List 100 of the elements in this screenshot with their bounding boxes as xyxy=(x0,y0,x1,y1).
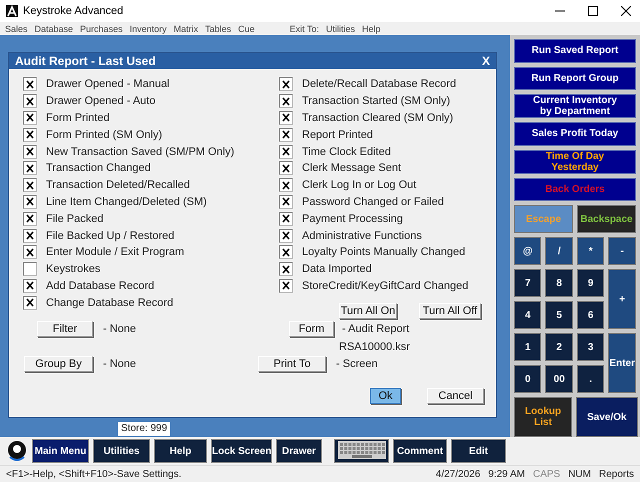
form-button[interactable]: Form xyxy=(289,321,334,338)
checkbox[interactable] xyxy=(279,94,293,108)
toolbar-button[interactable]: Lock Screen xyxy=(211,439,272,463)
checkbox[interactable] xyxy=(279,245,293,260)
turn-all-on-button[interactable]: Turn All On xyxy=(339,303,397,320)
menu-item[interactable]: Inventory xyxy=(130,24,167,34)
report-button[interactable]: Sales Profit Today xyxy=(514,122,636,146)
toolbar-button[interactable]: Help xyxy=(154,439,207,463)
keypad-key[interactable]: 0 xyxy=(514,365,542,393)
checkbox[interactable] xyxy=(279,212,293,226)
option-label: File Packed xyxy=(46,212,104,225)
keypad-key[interactable]: . xyxy=(576,365,604,393)
toolbar-button[interactable]: Utilities xyxy=(93,439,150,463)
key-button[interactable]: Backspace xyxy=(577,205,636,233)
menu-item[interactable]: Utilities xyxy=(326,24,356,34)
toolbar-button[interactable]: Comment xyxy=(393,439,447,463)
option-label: Keystrokes xyxy=(46,263,100,276)
option-label: Drawer Opened - Manual xyxy=(46,78,170,90)
toolbar-button[interactable]: Drawer xyxy=(276,439,322,463)
checkbox[interactable] xyxy=(279,144,293,159)
option-label: Add Database Record xyxy=(46,280,154,292)
keypad-key[interactable]: 5 xyxy=(545,301,573,329)
option-label: Password Changed or Failed xyxy=(302,196,444,208)
keypad-key[interactable]: 7 xyxy=(514,269,542,297)
close-button[interactable]: X xyxy=(482,54,490,68)
report-button[interactable]: Run Report Group xyxy=(514,66,636,90)
checkbox[interactable] xyxy=(23,212,37,226)
window-title: Keystroke Advanced xyxy=(23,5,124,17)
checkbox[interactable] xyxy=(279,194,293,209)
menu-item[interactable]: Database xyxy=(34,24,74,34)
option-label: Loyalty Points Manually Changed xyxy=(302,246,466,258)
report-button[interactable]: Time Of Day Yesterday xyxy=(514,150,636,174)
keypad-key[interactable]: 6 xyxy=(576,301,604,329)
checkbox[interactable] xyxy=(23,296,37,310)
checkbox[interactable] xyxy=(23,178,37,192)
menu-item[interactable]: Help xyxy=(362,24,381,34)
menu-item[interactable]: Purchases xyxy=(80,24,123,34)
report-button[interactable]: Current Inventory by Department xyxy=(514,94,636,118)
keypad-key[interactable]: 2 xyxy=(545,333,573,361)
keyboard-button[interactable] xyxy=(334,439,389,463)
checkbox[interactable] xyxy=(279,228,293,243)
report-button[interactable]: Run Saved Report xyxy=(514,39,636,62)
checkbox[interactable] xyxy=(23,278,37,293)
keypad-key[interactable]: 3 xyxy=(576,333,604,361)
checkbox[interactable] xyxy=(279,178,293,192)
keypad-key[interactable]: * xyxy=(576,237,604,265)
checkbox[interactable] xyxy=(23,194,37,209)
checkbox[interactable] xyxy=(279,161,293,176)
keypad-key[interactable]: 9 xyxy=(576,269,604,297)
option-label: Change Database Record xyxy=(46,296,174,309)
option-label: Administrative Functions xyxy=(302,230,422,242)
keypad-key[interactable]: - xyxy=(608,237,636,265)
keypad-key[interactable]: Enter xyxy=(608,333,636,393)
checkbox[interactable] xyxy=(23,161,37,176)
app-logo-icon xyxy=(6,5,18,17)
key-button[interactable]: Lookup List xyxy=(514,397,572,437)
checkbox[interactable] xyxy=(23,110,37,125)
keypad-key[interactable]: 4 xyxy=(514,301,542,329)
key-button[interactable]: Save/Ok xyxy=(576,397,638,437)
cancel-button[interactable]: Cancel xyxy=(427,388,484,404)
option-label: Delete/Recall Database Record xyxy=(302,78,456,90)
menu-item[interactable]: Cue xyxy=(238,24,255,34)
menu-item[interactable]: Matrix xyxy=(174,24,198,34)
status-indicator: CAPS xyxy=(532,468,560,480)
checkbox[interactable] xyxy=(23,144,37,159)
checkbox[interactable] xyxy=(279,128,293,142)
checkbox[interactable] xyxy=(23,262,37,276)
group-by-button[interactable]: Group By xyxy=(24,356,93,372)
option-label: Clerk Log In or Log Out xyxy=(302,179,416,192)
checkbox[interactable] xyxy=(23,128,37,142)
option-label: Transaction Started (SM Only) xyxy=(302,95,450,108)
print-to-value: - Screen xyxy=(336,358,378,370)
group-by-value: - None xyxy=(103,358,136,370)
keypad-key[interactable]: / xyxy=(545,237,573,265)
keypad-key[interactable]: 8 xyxy=(545,269,573,297)
option-label: Clerk Message Sent xyxy=(302,162,402,174)
filter-button[interactable]: Filter xyxy=(37,321,93,338)
checkbox[interactable] xyxy=(279,110,293,125)
checkbox[interactable] xyxy=(279,278,293,293)
checkbox[interactable] xyxy=(279,262,293,276)
option-label: Transaction Cleared (SM Only) xyxy=(302,112,454,124)
option-label: Data Imported xyxy=(302,263,372,276)
ok-button[interactable]: Ok xyxy=(370,388,401,404)
store-label: Store: 999 xyxy=(118,422,170,436)
toolbar-button[interactable]: Edit xyxy=(451,439,506,463)
keypad-key[interactable]: + xyxy=(608,269,636,329)
print-to-button[interactable]: Print To xyxy=(258,356,326,372)
checkbox[interactable] xyxy=(23,77,37,92)
turn-all-off-button[interactable]: Turn All Off xyxy=(419,303,481,320)
checkbox[interactable] xyxy=(23,245,37,260)
checkbox[interactable] xyxy=(279,77,293,92)
checkbox[interactable] xyxy=(23,94,37,108)
toolbar-button[interactable]: Main Menu xyxy=(32,439,89,463)
keypad-key[interactable]: 00 xyxy=(545,365,573,393)
menu-item[interactable]: Sales xyxy=(5,24,28,34)
keypad-key[interactable]: @ xyxy=(514,237,542,265)
keypad-key[interactable]: 1 xyxy=(514,333,542,361)
menu-item[interactable]: Tables xyxy=(205,24,232,34)
menu-item[interactable]: Exit To: xyxy=(290,24,319,34)
checkbox[interactable] xyxy=(23,228,37,243)
